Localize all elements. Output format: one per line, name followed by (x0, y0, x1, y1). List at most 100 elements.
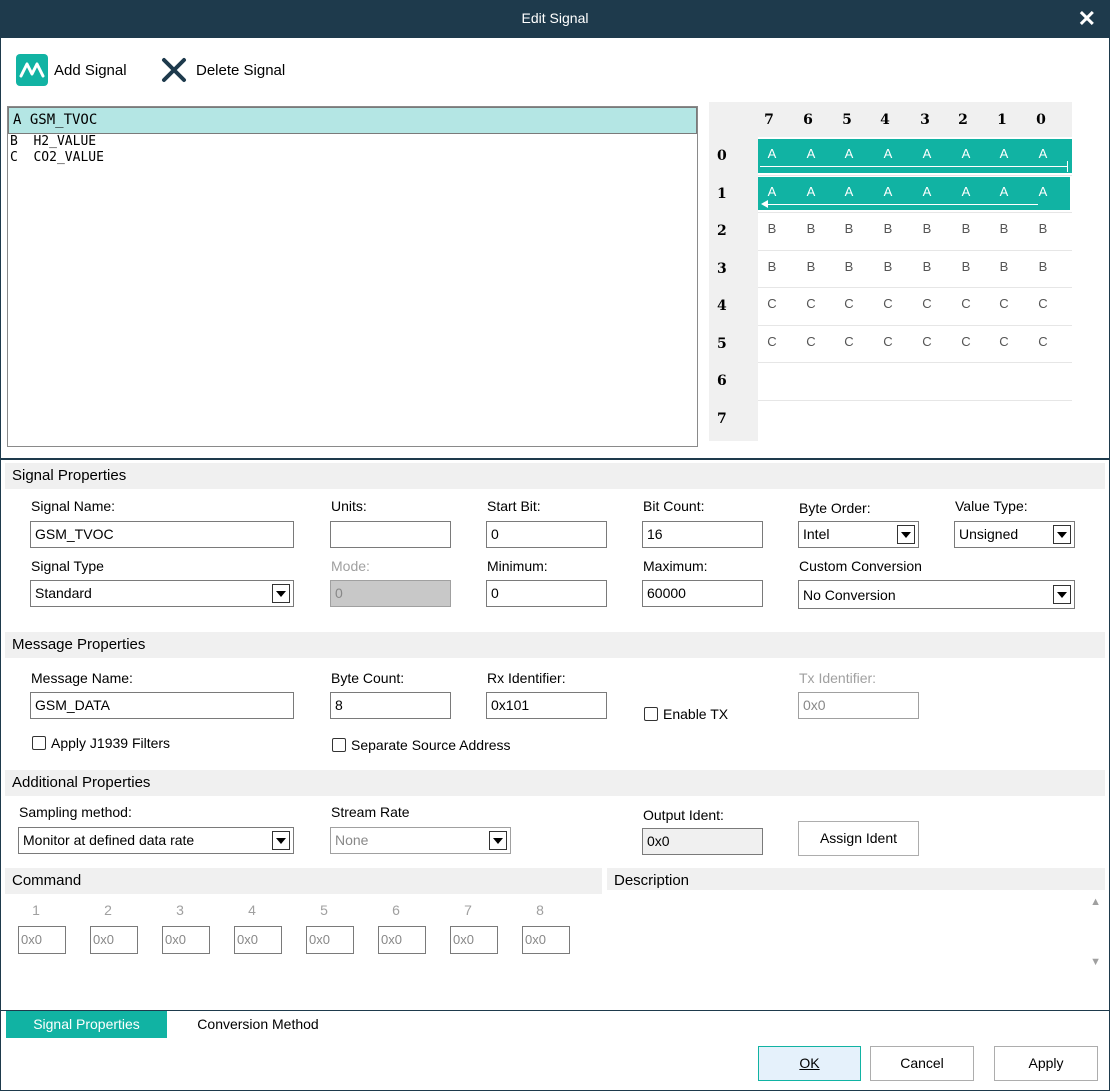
message-name-input[interactable]: GSM_DATA (30, 692, 294, 719)
chevron-down-icon[interactable] (272, 584, 290, 603)
tab-conversion-method[interactable]: Conversion Method (176, 1011, 340, 1038)
signal-item-b[interactable]: B H2_VALUE (8, 134, 697, 150)
splitter[interactable] (0, 458, 1110, 460)
signal-type-select[interactable]: Standard (30, 580, 294, 607)
bit-layout-grid[interactable]: A A A A A A A A A A A A A A A A B B B B B B B B B B B B B B B B C C C C C C C C… (709, 102, 1072, 441)
separate-source-checkbox[interactable]: Separate Source Address (332, 737, 511, 753)
bit-cell[interactable]: B (917, 221, 937, 236)
bit-cell[interactable]: B (801, 221, 821, 236)
bit-cell[interactable]: A (762, 184, 782, 199)
bit-cell[interactable]: C (878, 296, 898, 311)
signal-item-a[interactable]: A GSM_TVOC (8, 107, 697, 134)
bit-cell[interactable]: A (839, 184, 859, 199)
chevron-down-icon[interactable] (1053, 525, 1071, 544)
byte-count-input[interactable]: 8 (330, 692, 451, 719)
bit-cell[interactable]: C (801, 296, 821, 311)
bit-cell[interactable]: A (917, 184, 937, 199)
bit-cell[interactable]: B (762, 221, 782, 236)
command-byte-input[interactable]: 0x0 (162, 926, 210, 954)
bit-cell[interactable]: C (956, 296, 976, 311)
bit-cell[interactable]: C (762, 334, 782, 349)
bit-cell[interactable]: C (1033, 334, 1053, 349)
bit-cell[interactable]: A (956, 184, 976, 199)
minimum-input[interactable]: 0 (486, 580, 607, 607)
ok-button[interactable]: OK (758, 1046, 861, 1081)
bit-cell[interactable]: A (762, 146, 782, 161)
bit-cell[interactable]: C (801, 334, 821, 349)
bit-cell[interactable]: A (1033, 184, 1053, 199)
bit-cell[interactable]: C (917, 296, 937, 311)
bit-cell[interactable]: B (994, 221, 1014, 236)
sampling-method-select[interactable]: Monitor at defined data rate (18, 827, 294, 854)
command-byte-input[interactable]: 0x0 (522, 926, 570, 954)
bit-cell[interactable]: C (994, 296, 1014, 311)
bit-cell[interactable]: B (801, 259, 821, 274)
bit-count-input[interactable]: 16 (642, 521, 763, 548)
chevron-down-icon[interactable] (1053, 585, 1071, 604)
bit-cell[interactable]: A (801, 146, 821, 161)
bit-cell[interactable]: C (839, 296, 859, 311)
bit-grid-area[interactable]: A A A A A A A A A A A A A A A A B B B B B B B B B B B B B B B B C C C C C C C C… (758, 137, 1072, 441)
command-byte-input[interactable]: 0x0 (18, 926, 66, 954)
bit-cell[interactable]: A (1033, 146, 1053, 161)
close-icon[interactable]: ✕ (1078, 6, 1096, 32)
tab-signal-properties[interactable]: Signal Properties (6, 1011, 167, 1038)
scroll-up-icon[interactable]: ▲ (1090, 896, 1101, 908)
bit-cell[interactable]: B (839, 259, 859, 274)
maximum-input[interactable]: 60000 (642, 580, 763, 607)
rx-identifier-input[interactable]: 0x101 (486, 692, 607, 719)
bit-cell[interactable]: A (994, 146, 1014, 161)
bit-cell[interactable]: A (839, 146, 859, 161)
signal-list[interactable]: A GSM_TVOC B H2_VALUE C CO2_VALUE (7, 106, 698, 447)
chevron-down-icon[interactable] (272, 831, 290, 850)
bit-cell[interactable]: A (956, 146, 976, 161)
bit-cell[interactable]: A (917, 146, 937, 161)
description-textarea[interactable]: ▲ ▼ (607, 890, 1105, 974)
bit-cell[interactable]: C (956, 334, 976, 349)
bit-cell[interactable]: B (762, 259, 782, 274)
scroll-down-icon[interactable]: ▼ (1090, 956, 1101, 968)
bit-cell[interactable]: B (994, 259, 1014, 274)
bit-cell[interactable]: B (1033, 221, 1053, 236)
checkbox-icon[interactable] (332, 738, 346, 752)
enable-tx-checkbox[interactable]: Enable TX (644, 706, 728, 722)
bit-cell[interactable]: B (956, 259, 976, 274)
bit-cell[interactable]: A (878, 184, 898, 199)
bit-cell[interactable]: B (956, 221, 976, 236)
command-byte-input[interactable]: 0x0 (306, 926, 354, 954)
bit-cell[interactable]: C (839, 334, 859, 349)
checkbox-icon[interactable] (32, 736, 46, 750)
bit-cell[interactable]: B (839, 221, 859, 236)
bit-cell[interactable]: B (1033, 259, 1053, 274)
units-input[interactable] (330, 521, 451, 548)
add-signal-button[interactable]: Add Signal (16, 54, 127, 86)
bit-cell[interactable]: C (762, 296, 782, 311)
bit-cell[interactable]: C (994, 334, 1014, 349)
bit-cell[interactable]: B (878, 259, 898, 274)
bit-cell[interactable]: A (801, 184, 821, 199)
signal-name-input[interactable]: GSM_TVOC (30, 521, 294, 548)
command-byte-input[interactable]: 0x0 (234, 926, 282, 954)
command-byte-input[interactable]: 0x0 (450, 926, 498, 954)
value-type-select[interactable]: Unsigned (954, 521, 1075, 548)
chevron-down-icon[interactable] (897, 525, 915, 544)
bit-cell[interactable]: B (917, 259, 937, 274)
bit-cell[interactable]: C (878, 334, 898, 349)
bit-cell[interactable]: C (917, 334, 937, 349)
bit-cell[interactable]: B (878, 221, 898, 236)
cancel-button[interactable]: Cancel (870, 1046, 974, 1081)
command-byte-input[interactable]: 0x0 (90, 926, 138, 954)
apply-j1939-checkbox[interactable]: Apply J1939 Filters (32, 735, 170, 751)
assign-ident-button[interactable]: Assign Ident (798, 821, 919, 856)
custom-conversion-select[interactable]: No Conversion (798, 580, 1075, 609)
apply-button[interactable]: Apply (994, 1046, 1098, 1081)
bit-cell[interactable]: C (1033, 296, 1053, 311)
bit-cell[interactable]: A (994, 184, 1014, 199)
checkbox-icon[interactable] (644, 707, 658, 721)
signal-item-c[interactable]: C CO2_VALUE (8, 150, 697, 166)
command-byte-input[interactable]: 0x0 (378, 926, 426, 954)
bit-cell[interactable]: A (878, 146, 898, 161)
start-bit-input[interactable]: 0 (486, 521, 607, 548)
delete-signal-button[interactable]: Delete Signal (158, 54, 285, 86)
byte-order-select[interactable]: Intel (798, 521, 919, 548)
